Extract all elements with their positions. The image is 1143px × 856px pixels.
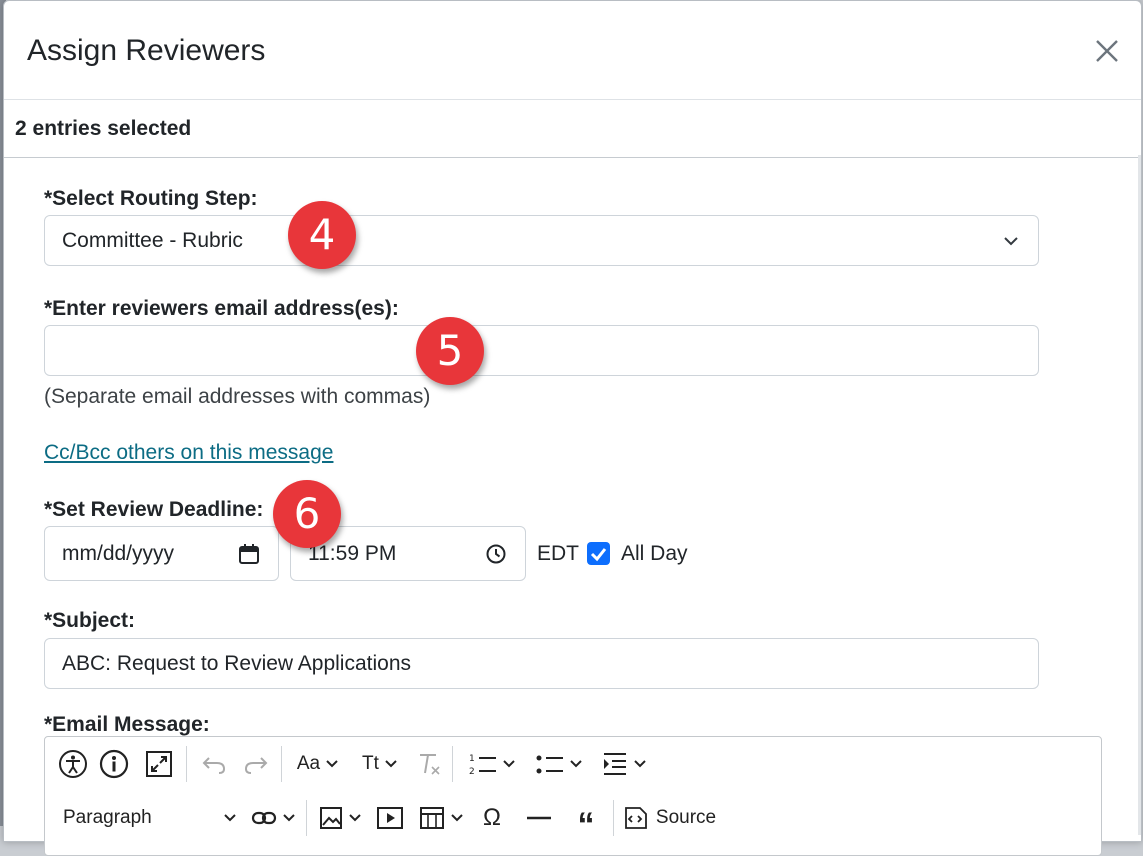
table-dropdown[interactable]: [412, 798, 470, 838]
blockquote-icon: “: [577, 806, 595, 844]
all-day-checkbox[interactable]: [587, 542, 610, 565]
horizontal-line-button[interactable]: [514, 798, 564, 838]
media-button[interactable]: [368, 798, 412, 838]
numbered-list-dropdown[interactable]: 1 2: [458, 744, 526, 784]
routing-step-value: Committee - Rubric: [62, 229, 243, 252]
info-button[interactable]: [91, 744, 137, 784]
text-case-dropdown[interactable]: Tt: [349, 744, 411, 784]
selection-count: 2 entries selected: [15, 117, 192, 140]
indent-icon: [603, 753, 626, 775]
chevron-down-icon: [569, 760, 582, 768]
special-characters-button[interactable]: Ω: [470, 798, 514, 838]
callout-badge-4: 4: [288, 201, 356, 269]
svg-text:1: 1: [469, 754, 475, 764]
emails-input[interactable]: [44, 325, 1039, 376]
paragraph-format-dropdown[interactable]: Paragraph: [55, 798, 245, 838]
selection-bar: 2 entries selected: [4, 100, 1141, 158]
media-icon: [377, 807, 403, 829]
dialog-header: Assign Reviewers: [4, 1, 1141, 100]
text-case-icon: Tt: [362, 753, 379, 774]
cc-bcc-link[interactable]: Cc/Bcc others on this message: [44, 441, 333, 465]
toolbar-separator: [613, 800, 614, 836]
link-icon: [251, 811, 276, 825]
svg-text:2: 2: [469, 767, 475, 777]
emails-label: *Enter reviewers email address(es):: [44, 297, 399, 320]
remove-format-button[interactable]: [411, 744, 447, 784]
time-value: 11:59 PM: [308, 542, 397, 565]
redo-icon: [244, 757, 268, 774]
subject-input[interactable]: ABC: Request to Review Applications: [44, 638, 1039, 689]
source-button[interactable]: Source: [619, 798, 719, 838]
indent-dropdown[interactable]: [592, 744, 656, 784]
all-day-label[interactable]: All Day: [621, 542, 688, 566]
info-icon: [99, 749, 129, 779]
editor-toolbar-row-2: Paragraph Ω “ Source: [55, 796, 719, 842]
toolbar-separator: [452, 746, 453, 782]
special-char-icon: Ω: [483, 804, 501, 831]
deadline-date-input[interactable]: mm/dd/yyyy: [44, 526, 279, 581]
message-label: *Email Message:: [44, 713, 210, 736]
bulleted-list-icon: [536, 755, 563, 774]
image-dropdown[interactable]: [312, 798, 368, 838]
toolbar-separator: [281, 746, 282, 782]
timezone-label: EDT: [537, 542, 579, 565]
horizontal-line-icon: [527, 816, 551, 820]
toolbar-separator: [186, 746, 187, 782]
callout-badge-5: 5: [416, 317, 484, 385]
emails-help: (Separate email addresses with commas): [44, 385, 431, 408]
accessibility-icon: [59, 750, 87, 778]
subject-value: ABC: Request to Review Applications: [62, 652, 412, 675]
clock-icon[interactable]: [484, 542, 508, 566]
chevron-down-icon: [348, 814, 361, 822]
source-icon: [624, 807, 647, 829]
undo-icon: [202, 757, 226, 774]
editor-toolbar-row-1: Aa Tt 1 2: [55, 742, 656, 786]
blockquote-button[interactable]: “: [564, 798, 608, 842]
check-icon: [590, 548, 607, 562]
chevron-down-icon: [1004, 237, 1018, 246]
table-icon: [419, 807, 444, 829]
link-dropdown[interactable]: [245, 798, 301, 838]
remove-format-icon: [420, 754, 440, 775]
date-placeholder: mm/dd/yyyy: [62, 542, 175, 565]
undo-button[interactable]: [192, 744, 236, 784]
accessibility-button[interactable]: [55, 744, 91, 784]
email-message-editor[interactable]: Aa Tt 1 2 Paragraph Ω “ Source: [44, 736, 1102, 856]
image-icon: [319, 807, 342, 829]
calendar-icon[interactable]: [237, 542, 261, 566]
font-size-dropdown[interactable]: Aa: [287, 744, 349, 784]
subject-label: *Subject:: [44, 609, 136, 632]
routing-step-select[interactable]: Committee - Rubric: [44, 215, 1039, 266]
numbered-list-icon: 1 2: [469, 754, 496, 777]
scrollbar-track[interactable]: [1138, 155, 1141, 835]
routing-step-label: *Select Routing Step:: [44, 187, 258, 210]
assign-reviewers-dialog: Assign Reviewers 2 entries selected *Sel…: [3, 0, 1142, 856]
close-button[interactable]: [1091, 35, 1123, 67]
fullscreen-button[interactable]: [137, 744, 181, 784]
redo-button[interactable]: [236, 744, 276, 784]
deadline-label: *Set Review Deadline:: [44, 498, 264, 521]
chevron-down-icon: [450, 814, 463, 822]
chevron-down-icon: [224, 814, 236, 822]
callout-badge-6: 6: [273, 480, 341, 548]
font-size-icon: Aa: [296, 753, 321, 774]
chevron-down-icon: [633, 760, 646, 768]
chevron-down-icon: [502, 760, 515, 768]
close-icon: [1096, 40, 1118, 62]
bulleted-list-dropdown[interactable]: [526, 744, 592, 784]
toolbar-separator: [306, 800, 307, 836]
chevron-down-icon: [385, 760, 397, 768]
fullscreen-icon: [146, 751, 172, 777]
dialog-title: Assign Reviewers: [27, 34, 266, 67]
chevron-down-icon: [282, 814, 295, 822]
chevron-down-icon: [326, 760, 338, 768]
